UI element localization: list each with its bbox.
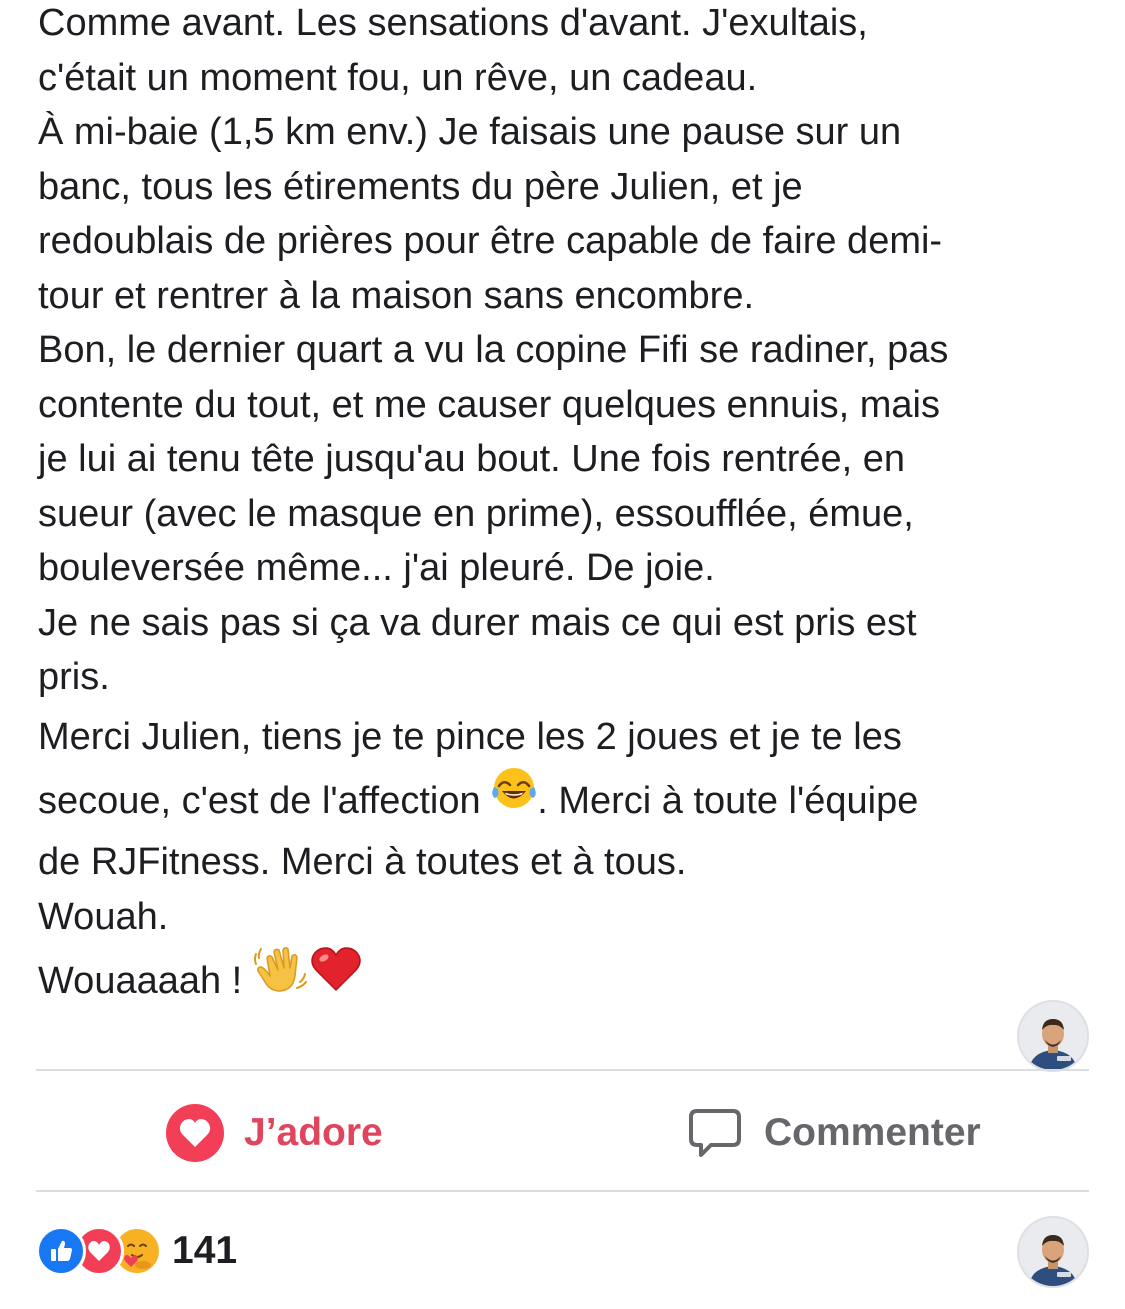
love-label: J’adore xyxy=(244,1111,383,1154)
post-line: Comme avant. Les sensations d'avant. J'e… xyxy=(38,2,868,44)
red-heart-icon xyxy=(309,945,363,1013)
avatar[interactable] xyxy=(1017,1000,1089,1072)
post-line: contente du tout, et me causer quelques … xyxy=(38,383,940,426)
post-line: je lui ai tenu tête jusqu'au bout. Une f… xyxy=(38,438,906,480)
comment-label: Commenter xyxy=(764,1111,981,1154)
post-line: Je ne sais pas si ça va durer mais ce qu… xyxy=(38,601,917,644)
post-line: banc, tous les étirements du père Julien… xyxy=(38,165,803,208)
face-with-tears-of-joy-icon xyxy=(491,765,537,831)
reaction-summary[interactable]: 141 xyxy=(36,1226,237,1276)
comment-icon xyxy=(686,1102,744,1164)
post-text: Comme avant. Les sensations d'avant. J'e… xyxy=(38,0,1098,1018)
post-line-with-emoji: Wouaaaah ! xyxy=(38,945,1098,1018)
divider xyxy=(36,1190,1089,1192)
post-line: c'était un moment fou, un rêve, un cadea… xyxy=(38,56,758,99)
post-line-part: secoue, c'est de l'affection xyxy=(38,779,492,822)
reaction-count: 141 xyxy=(172,1229,238,1272)
post-line: bouleversée même... j'ai pleuré. De joie… xyxy=(38,547,715,589)
post-line-with-emoji: secoue, c'est de l'affection . Merci à t… xyxy=(38,768,1098,836)
post-line: Bon, le dernier quart a vu la copine Fif… xyxy=(38,329,949,371)
post-line-part: Wouaaaah ! xyxy=(38,960,253,1003)
post-line: Merci Julien, tiens je te pince les 2 jo… xyxy=(38,715,902,758)
post-line-part: . Merci à toute l'équipe xyxy=(537,779,919,822)
post-line: Wouah. xyxy=(38,895,169,938)
post-line: À mi-baie (1,5 km env.) Je faisais une p… xyxy=(38,111,902,153)
divider xyxy=(36,1069,1089,1071)
comment-button[interactable]: Commenter xyxy=(686,1102,981,1164)
love-reaction-button[interactable]: J’adore xyxy=(164,1102,383,1164)
post-line: tour et rentrer à la maison sans encombr… xyxy=(38,274,755,317)
like-icon xyxy=(36,1226,86,1276)
avatar[interactable] xyxy=(1017,1216,1089,1288)
love-icon xyxy=(164,1102,226,1164)
post-line: de RJFitness. Merci à toutes et à tous. xyxy=(38,841,687,884)
post-line: redoublais de prières pour être capable … xyxy=(38,220,943,262)
post-line: pris. xyxy=(38,656,110,698)
waving-hand-icon xyxy=(253,944,309,1014)
post-line: sueur (avec le masque en prime), essouff… xyxy=(38,492,914,535)
